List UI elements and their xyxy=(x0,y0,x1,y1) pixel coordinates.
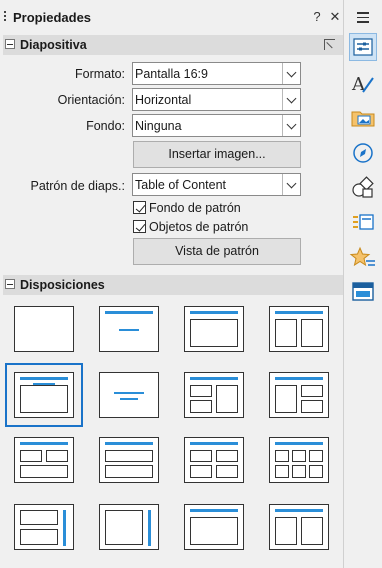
layout-title-vertical-text-clipart[interactable] xyxy=(269,504,329,550)
layout-title-vertical-text[interactable] xyxy=(184,504,244,550)
format-value: Pantalla 16:9 xyxy=(135,67,208,81)
slide-section-title: Diapositiva xyxy=(20,38,87,52)
layout-title-6content[interactable] xyxy=(269,437,329,483)
chevron-down-icon[interactable] xyxy=(282,63,300,84)
more-options-icon[interactable] xyxy=(324,39,335,50)
slide-section-header[interactable]: Diapositiva xyxy=(3,35,343,55)
master-slide-select[interactable]: Table of Content xyxy=(132,173,301,196)
layout-title-two-content[interactable] xyxy=(269,306,329,352)
format-label: Formato: xyxy=(74,67,125,81)
insert-image-button[interactable]: Insertar imagen... xyxy=(133,141,301,168)
master-objects-label: Objetos de patrón xyxy=(149,220,249,234)
layout-title-only[interactable] xyxy=(99,306,159,352)
layout-title-2content-over-content[interactable] xyxy=(14,437,74,483)
master-background-checkbox[interactable] xyxy=(133,201,146,214)
master-background-label: Fondo de patrón xyxy=(149,201,241,215)
chevron-down-icon[interactable] xyxy=(282,115,300,136)
orientation-select[interactable]: Horizontal xyxy=(132,88,301,111)
menu-icon[interactable] xyxy=(357,12,369,26)
help-button[interactable]: ? xyxy=(310,9,324,24)
layout-centered-text[interactable] xyxy=(99,372,159,418)
layout-title-content-2content[interactable] xyxy=(269,372,329,418)
format-select[interactable]: Pantalla 16:9 xyxy=(132,62,301,85)
slide-transition-deck-icon[interactable] xyxy=(349,209,377,237)
chevron-down-icon[interactable] xyxy=(282,89,300,110)
master-view-button[interactable]: Vista de patrón xyxy=(133,238,301,265)
collapse-icon[interactable] xyxy=(5,39,15,49)
orientation-value: Horizontal xyxy=(135,93,192,107)
background-value: Ninguna xyxy=(135,119,182,133)
properties-deck-icon[interactable] xyxy=(349,33,377,61)
panel-title: Propiedades xyxy=(13,10,92,25)
layout-title-4content[interactable] xyxy=(184,437,244,483)
navigator-deck-icon[interactable] xyxy=(349,139,377,167)
master-slides-deck-icon[interactable] xyxy=(349,278,377,306)
layout-title-slide[interactable] xyxy=(5,363,83,427)
animation-deck-icon[interactable] xyxy=(349,244,377,272)
properties-content: Diapositiva Formato: Pantalla 16:9 Orien… xyxy=(0,34,343,568)
master-slide-label: Patrón de diaps.: xyxy=(30,179,125,193)
styles-deck-icon[interactable]: A xyxy=(349,70,377,98)
layout-title-content[interactable] xyxy=(184,306,244,352)
chevron-down-icon[interactable] xyxy=(282,174,300,195)
panel-titlebar: Propiedades ? ✕ xyxy=(0,0,382,34)
sidebar-deck: A xyxy=(343,0,382,568)
layouts-section-title: Disposiciones xyxy=(20,278,105,292)
layouts-section-header[interactable]: Disposiciones xyxy=(3,275,343,295)
layout-title-content-over-content[interactable] xyxy=(99,437,159,483)
layout-vertical-title-text-chart[interactable] xyxy=(14,504,74,550)
layout-title-2content-content[interactable] xyxy=(184,372,244,418)
master-slide-value: Table of Content xyxy=(135,178,227,192)
background-select[interactable]: Ninguna xyxy=(132,114,301,137)
layout-blank[interactable] xyxy=(14,306,74,352)
drag-grip-icon[interactable] xyxy=(4,11,6,23)
collapse-icon[interactable] xyxy=(5,279,15,289)
layout-vertical-title-vertical-text[interactable] xyxy=(99,504,159,550)
master-objects-checkbox[interactable] xyxy=(133,220,146,233)
gallery-deck-icon[interactable] xyxy=(349,104,377,132)
shapes-deck-icon[interactable] xyxy=(349,174,377,202)
orientation-label: Orientación: xyxy=(57,93,125,107)
background-label: Fondo: xyxy=(86,119,125,133)
close-button[interactable]: ✕ xyxy=(328,9,342,25)
